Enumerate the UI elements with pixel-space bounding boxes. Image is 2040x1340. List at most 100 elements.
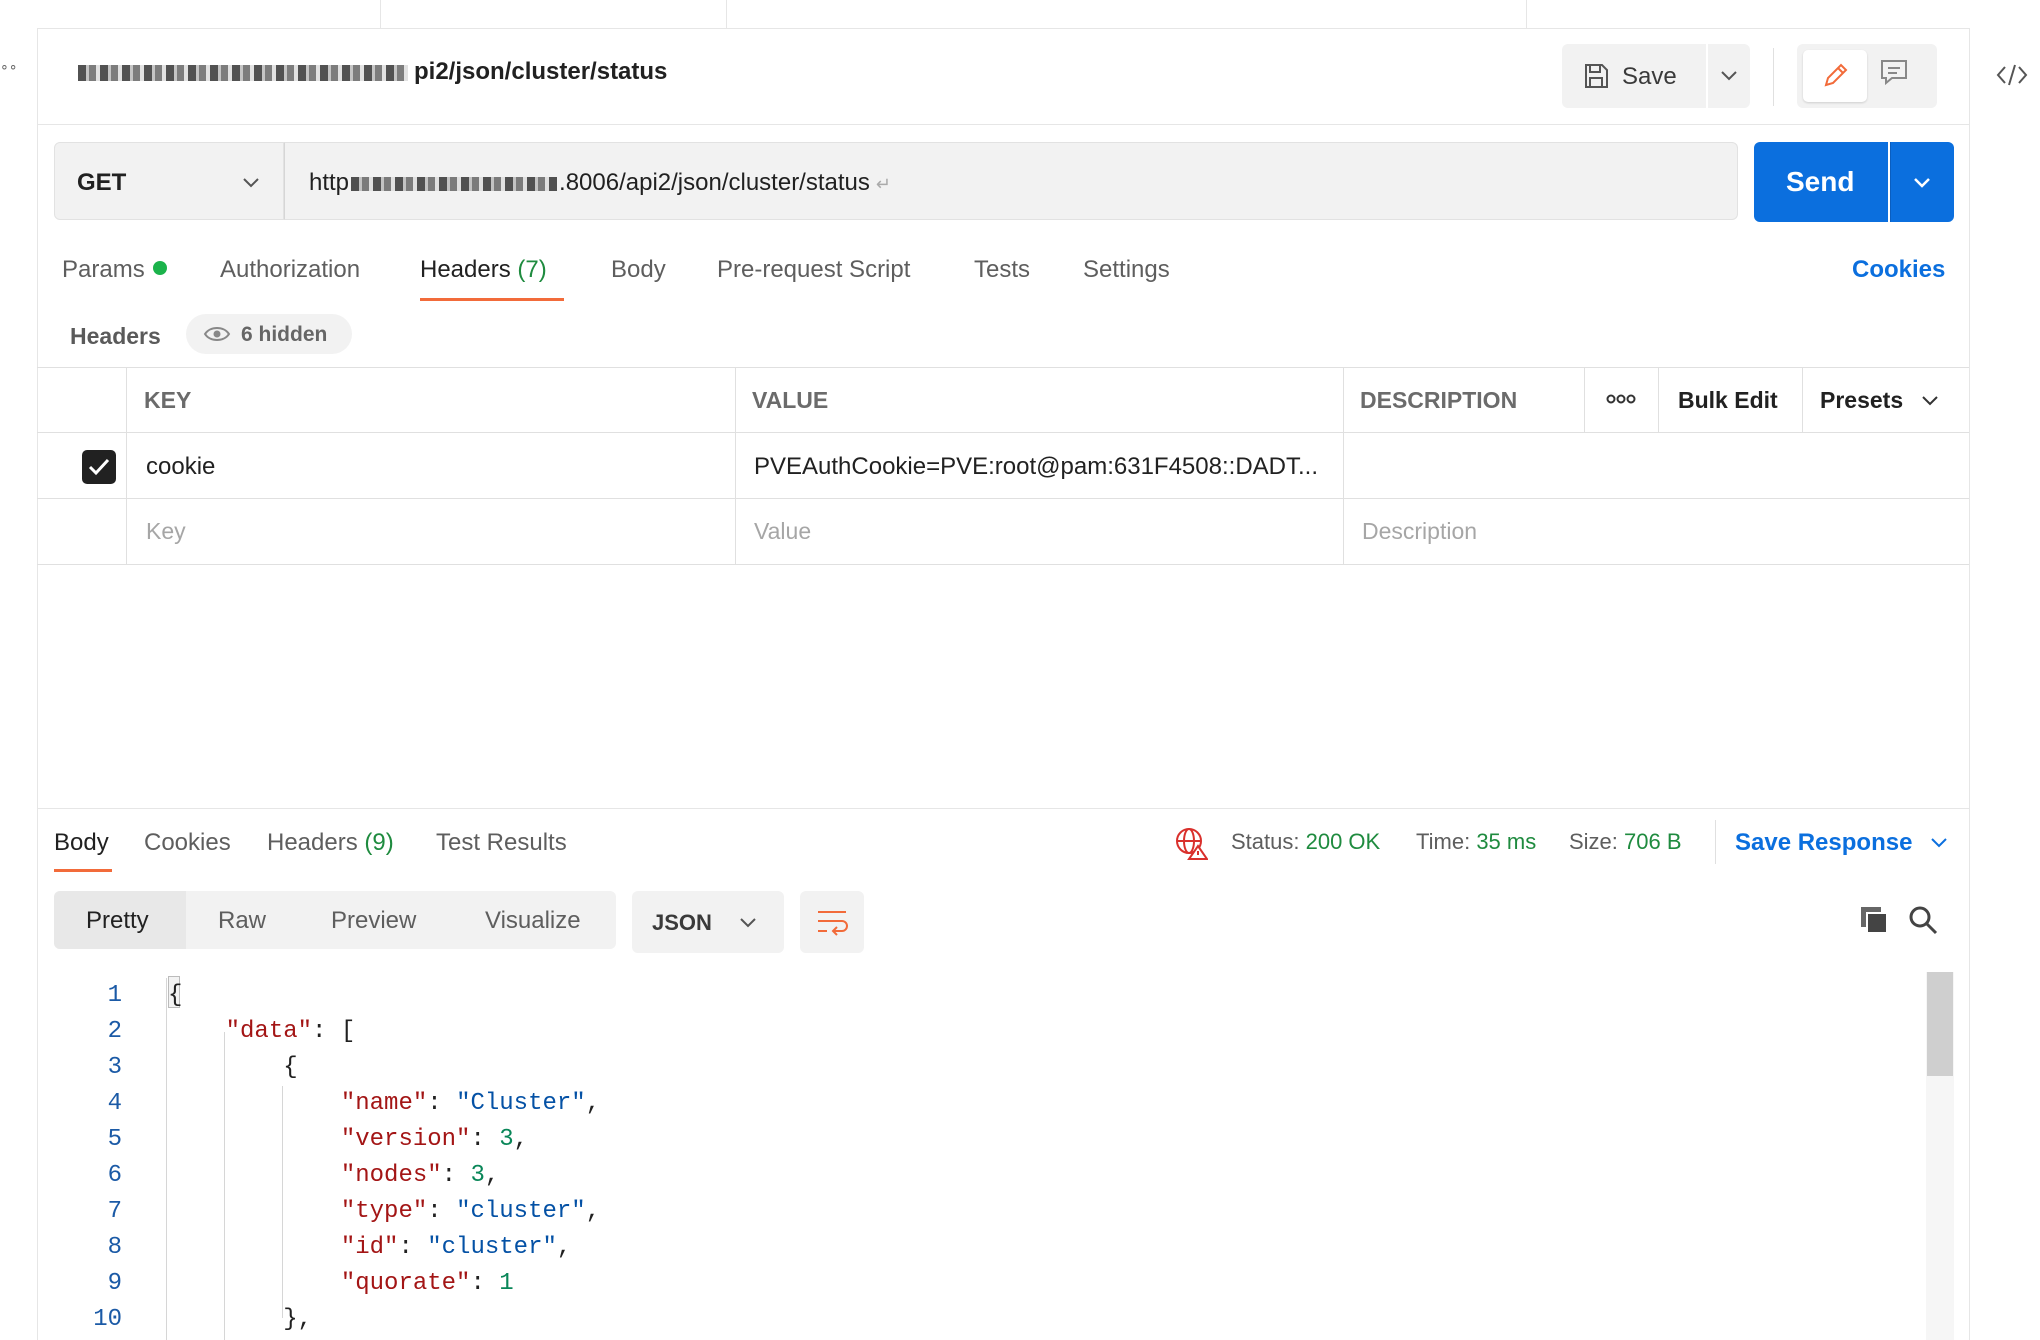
column-header-value: VALUE bbox=[752, 387, 829, 413]
indent-guide bbox=[166, 978, 167, 1340]
hidden-headers-toggle[interactable]: 6 hidden bbox=[186, 314, 352, 354]
response-time: Time: 35 ms bbox=[1416, 829, 1537, 854]
line-number: 4 bbox=[107, 1090, 122, 1117]
divider bbox=[1715, 820, 1716, 864]
tab-headers[interactable]: Headers (7) bbox=[420, 256, 547, 284]
left-sidebar-rail: ∘∘ bbox=[0, 28, 38, 1340]
divider bbox=[1773, 48, 1774, 106]
tab-authorization[interactable]: Authorization bbox=[220, 256, 360, 284]
table-border bbox=[37, 498, 1969, 499]
response-json-body[interactable]: { "data": [ { "name": "Cluster", "versio… bbox=[168, 978, 600, 1338]
line-number: 9 bbox=[107, 1270, 122, 1297]
chevron-down-icon bbox=[740, 918, 756, 928]
divider bbox=[37, 124, 1969, 125]
column-header-key: KEY bbox=[144, 387, 192, 413]
search-response-button[interactable] bbox=[1907, 904, 1939, 941]
response-tab-body[interactable]: Body bbox=[54, 829, 109, 857]
workspace-tab[interactable] bbox=[0, 0, 381, 28]
tab-body[interactable]: Body bbox=[611, 256, 666, 284]
table-border bbox=[37, 564, 1969, 565]
line-numbers-gutter: 1 2 3 4 5 6 7 8 9 10 bbox=[52, 978, 122, 1338]
format-label: JSON bbox=[652, 910, 712, 935]
new-key-input[interactable]: Key bbox=[146, 518, 186, 545]
save-button[interactable]: Save bbox=[1562, 44, 1706, 108]
column-options-button[interactable] bbox=[1606, 392, 1636, 411]
code-scrollbar-thumb[interactable] bbox=[1927, 972, 1953, 1076]
header-enabled-checkbox[interactable] bbox=[82, 450, 116, 484]
url-text: http .8006/api2/json/cluster/status ↵ bbox=[309, 169, 891, 196]
response-status: Status: 200 OK bbox=[1231, 829, 1381, 854]
wrap-text-icon bbox=[818, 911, 848, 936]
checkmark-icon bbox=[88, 458, 110, 476]
view-preview-button[interactable]: Preview bbox=[331, 907, 416, 935]
response-size: Size: 706 B bbox=[1569, 829, 1682, 854]
copy-response-button[interactable] bbox=[1858, 904, 1890, 941]
response-tab-cookies[interactable]: Cookies bbox=[144, 829, 231, 857]
method-label: GET bbox=[77, 169, 127, 196]
workspace-tab[interactable] bbox=[726, 0, 1527, 28]
save-options-button[interactable] bbox=[1708, 44, 1750, 108]
view-raw-button[interactable]: Raw bbox=[218, 907, 266, 935]
workspace-tab-strip bbox=[0, 0, 2040, 29]
hidden-count-label: 6 hidden bbox=[241, 323, 328, 346]
line-number: 8 bbox=[107, 1234, 122, 1261]
bulk-edit-button[interactable]: Bulk Edit bbox=[1678, 387, 1778, 414]
save-response-dropdown[interactable]: Save Response bbox=[1735, 829, 1949, 857]
view-visualize-button[interactable]: Visualize bbox=[485, 907, 581, 935]
redacted-text bbox=[351, 176, 558, 191]
table-border bbox=[1658, 367, 1659, 432]
code-line: "type": "cluster", bbox=[340, 1198, 601, 1225]
code-snippet-icon[interactable] bbox=[1996, 62, 2028, 88]
code-line: "version": 3, bbox=[340, 1126, 529, 1153]
tab-tests[interactable]: Tests bbox=[974, 256, 1030, 284]
send-options-button[interactable] bbox=[1890, 142, 1954, 222]
header-key-cell[interactable]: cookie bbox=[146, 453, 215, 481]
send-button[interactable]: Send bbox=[1754, 142, 1888, 222]
tab-pre-request-script[interactable]: Pre-request Script bbox=[717, 256, 910, 284]
line-number: 1 bbox=[107, 982, 122, 1009]
header-value-cell[interactable]: PVEAuthCookie=PVE:root@pam:631F4508::DAD… bbox=[754, 453, 1318, 481]
more-icon[interactable]: ∘∘ bbox=[0, 58, 18, 75]
request-title[interactable]: pi2/json/cluster/status bbox=[78, 58, 667, 86]
globe-warning-icon bbox=[1176, 828, 1209, 860]
line-number: 2 bbox=[107, 1018, 122, 1045]
header-description-cell[interactable] bbox=[1344, 433, 1968, 497]
chevron-down-icon bbox=[1721, 71, 1737, 81]
presets-dropdown[interactable]: Presets bbox=[1820, 387, 1940, 414]
response-tab-test-results[interactable]: Test Results bbox=[436, 829, 567, 857]
active-tab-indicator bbox=[54, 869, 112, 872]
new-description-input[interactable]: Description bbox=[1362, 518, 1477, 545]
code-line: "name": "Cluster", bbox=[340, 1090, 601, 1117]
response-tab-headers[interactable]: Headers (9) bbox=[267, 829, 394, 857]
workspace-tab-active[interactable] bbox=[380, 0, 727, 28]
line-number: 7 bbox=[107, 1198, 122, 1225]
save-label: Save bbox=[1622, 63, 1677, 90]
tab-params[interactable]: Params bbox=[62, 256, 167, 284]
view-pretty-button[interactable]: Pretty bbox=[86, 907, 149, 935]
line-number: 3 bbox=[107, 1054, 122, 1081]
response-format-select[interactable]: JSON bbox=[632, 891, 784, 953]
wrap-lines-button[interactable] bbox=[800, 891, 864, 953]
url-input[interactable]: http .8006/api2/json/cluster/status ↵ bbox=[284, 142, 1738, 220]
cookies-link[interactable]: Cookies bbox=[1852, 256, 1945, 284]
redacted-text bbox=[78, 64, 408, 81]
search-icon bbox=[1909, 906, 1938, 935]
tab-settings[interactable]: Settings bbox=[1083, 256, 1170, 284]
table-border bbox=[37, 367, 1969, 368]
params-indicator-dot bbox=[152, 261, 167, 275]
network-globe-icon[interactable] bbox=[1174, 826, 1209, 865]
code-line: "id": "cluster", bbox=[340, 1234, 572, 1261]
line-number: 10 bbox=[93, 1306, 122, 1333]
save-icon bbox=[1585, 64, 1608, 88]
table-border bbox=[735, 367, 736, 564]
new-value-input[interactable]: Value bbox=[754, 518, 811, 545]
active-tab-indicator bbox=[420, 298, 564, 301]
method-select[interactable]: GET bbox=[54, 142, 284, 220]
edit-mode-button[interactable] bbox=[1803, 50, 1867, 102]
column-header-description: DESCRIPTION bbox=[1360, 387, 1518, 413]
chevron-down-icon bbox=[1921, 396, 1938, 406]
line-number: 5 bbox=[107, 1126, 122, 1153]
code-line: { bbox=[168, 982, 183, 1009]
code-line: { bbox=[168, 1054, 298, 1081]
comments-button[interactable] bbox=[1879, 58, 1909, 91]
